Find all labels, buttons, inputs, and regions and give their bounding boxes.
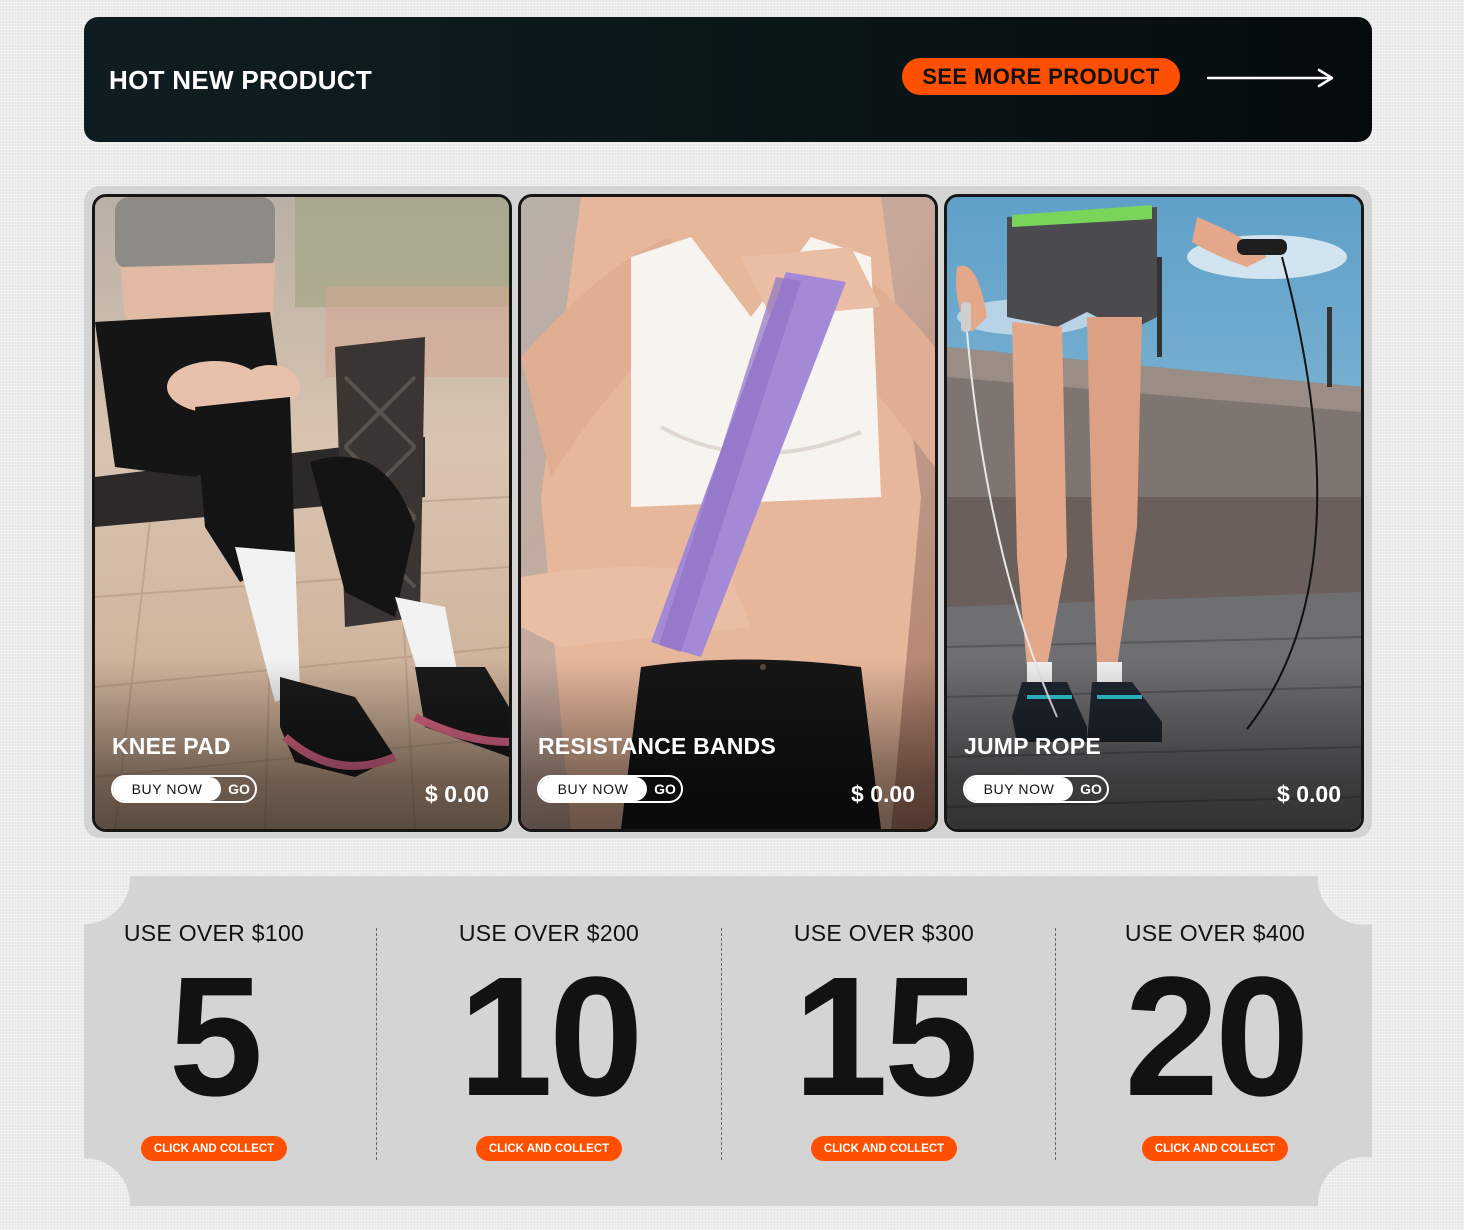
click-and-collect-button[interactable]: CLICK AND COLLECT [1142, 1136, 1288, 1161]
product-card-knee-pad[interactable]: KNEE PAD BUY NOW GO $ 0.00 [92, 194, 512, 832]
buy-now-label: BUY NOW [965, 777, 1073, 801]
buy-now-go-button[interactable]: BUY NOW GO [111, 775, 257, 803]
click-and-collect-button[interactable]: CLICK AND COLLECT [476, 1136, 622, 1161]
coupon-amount: 20 [1124, 942, 1309, 1132]
buy-now-go-button[interactable]: BUY NOW GO [963, 775, 1109, 803]
product-price: $ 0.00 [851, 781, 915, 807]
buy-now-label: BUY NOW [113, 777, 221, 801]
product-card-jump-rope[interactable]: JUMP ROPE BUY NOW GO $ 0.00 [944, 194, 1364, 832]
coupon-20: USE OVER $400 20 CLICK AND COLLECT [1105, 876, 1325, 1206]
product-name: RESISTANCE BANDS [538, 733, 776, 759]
buy-now-go-button[interactable]: BUY NOW GO [537, 775, 683, 803]
click-and-collect-button[interactable]: CLICK AND COLLECT [141, 1136, 287, 1161]
coupon-15: USE OVER $300 15 CLICK AND COLLECT [774, 876, 994, 1206]
arrow-right-icon[interactable] [1207, 68, 1335, 88]
go-label: GO [1080, 781, 1102, 797]
product-price: $ 0.00 [1277, 781, 1341, 807]
coupon-divider [376, 928, 377, 1160]
click-and-collect-button[interactable]: CLICK AND COLLECT [811, 1136, 957, 1161]
coupon-divider [721, 928, 722, 1160]
product-grid: KNEE PAD BUY NOW GO $ 0.00 RESISTANCE BA… [84, 186, 1372, 838]
product-name: JUMP ROPE [964, 733, 1101, 759]
coupon-amount: 15 [793, 942, 978, 1132]
coupon-ticket: USE OVER $100 5 CLICK AND COLLECT USE OV… [84, 876, 1372, 1206]
coupon-amount: 10 [458, 942, 643, 1132]
coupon-10: USE OVER $200 10 CLICK AND COLLECT [439, 876, 659, 1206]
coupon-divider [1055, 928, 1056, 1160]
buy-now-label: BUY NOW [539, 777, 647, 801]
go-label: GO [228, 781, 250, 797]
product-name: KNEE PAD [112, 733, 231, 759]
banner-title: HOT NEW PRODUCT [109, 65, 373, 95]
product-price: $ 0.00 [425, 781, 489, 807]
go-label: GO [654, 781, 676, 797]
coupon-amount: 5 [168, 942, 264, 1132]
see-more-product-button[interactable]: SEE MORE PRODUCT [902, 58, 1180, 95]
hot-new-product-banner: HOT NEW PRODUCT SEE MORE PRODUCT [84, 17, 1372, 142]
coupon-5: USE OVER $100 5 CLICK AND COLLECT [104, 876, 324, 1206]
product-card-resistance-bands[interactable]: RESISTANCE BANDS BUY NOW GO $ 0.00 [518, 194, 938, 832]
